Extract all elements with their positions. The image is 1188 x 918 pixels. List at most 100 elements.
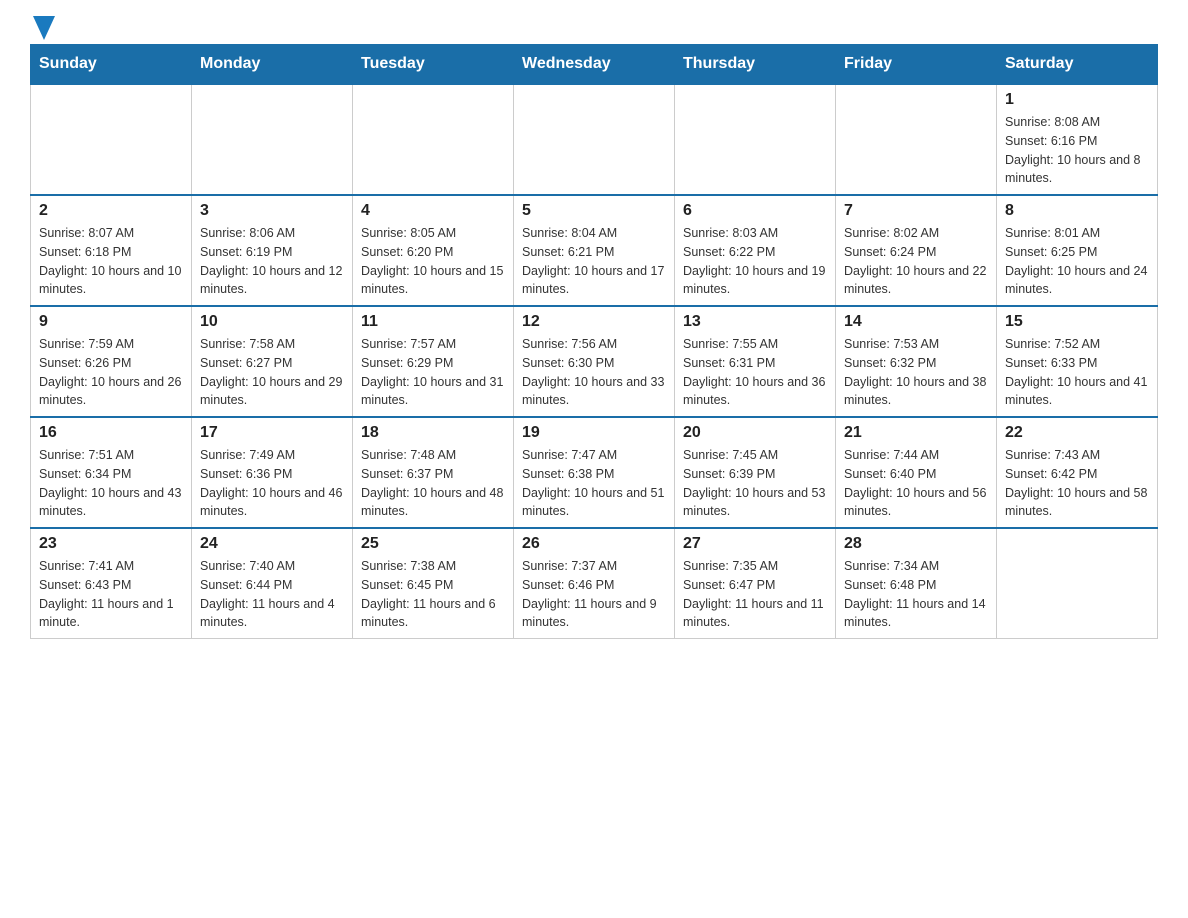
day-info: Sunrise: 7:40 AMSunset: 6:44 PMDaylight:…	[200, 557, 344, 632]
day-info: Sunrise: 7:49 AMSunset: 6:36 PMDaylight:…	[200, 446, 344, 521]
calendar-cell: 2 Sunrise: 8:07 AMSunset: 6:18 PMDaylight…	[31, 195, 192, 306]
day-info: Sunrise: 8:05 AMSunset: 6:20 PMDaylight:…	[361, 224, 505, 299]
day-number: 2	[39, 202, 183, 220]
day-number: 13	[683, 313, 827, 331]
calendar-day-header: Tuesday	[353, 45, 514, 85]
day-info: Sunrise: 8:01 AMSunset: 6:25 PMDaylight:…	[1005, 224, 1149, 299]
calendar-cell: 13Sunrise: 7:55 AMSunset: 6:31 PMDayligh…	[675, 306, 836, 417]
day-info: Sunrise: 7:38 AMSunset: 6:45 PMDaylight:…	[361, 557, 505, 632]
day-info: Sunrise: 7:37 AMSunset: 6:46 PMDaylight:…	[522, 557, 666, 632]
day-number: 17	[200, 424, 344, 442]
day-info: Sunrise: 8:04 AMSunset: 6:21 PMDaylight:…	[522, 224, 666, 299]
calendar-cell: 19 Sunrise: 7:47 AMSunset: 6:38 PMDayligh…	[514, 417, 675, 528]
day-number: 25	[361, 535, 505, 553]
calendar-cell: 28 Sunrise: 7:34 AMSunset: 6:48 PMDayligh…	[836, 528, 997, 639]
calendar-cell: 12 Sunrise: 7:56 AMSunset: 6:30 PMDayligh…	[514, 306, 675, 417]
calendar-cell: 27 Sunrise: 7:35 AMSunset: 6:47 PMDayligh…	[675, 528, 836, 639]
calendar-cell: 7 Sunrise: 8:02 AMSunset: 6:24 PMDaylight…	[836, 195, 997, 306]
calendar-week-row: 1Sunrise: 8:08 AMSunset: 6:16 PMDaylight…	[31, 84, 1158, 195]
calendar-cell: 24 Sunrise: 7:40 AMSunset: 6:44 PMDayligh…	[192, 528, 353, 639]
calendar-cell: 18 Sunrise: 7:48 AMSunset: 6:37 PMDayligh…	[353, 417, 514, 528]
calendar-cell: 23 Sunrise: 7:41 AMSunset: 6:43 PMDayligh…	[31, 528, 192, 639]
logo-arrow-icon	[33, 16, 55, 40]
calendar-cell	[997, 528, 1158, 639]
day-number: 22	[1005, 424, 1149, 442]
day-info: Sunrise: 8:03 AMSunset: 6:22 PMDaylight:…	[683, 224, 827, 299]
day-number: 10	[200, 313, 344, 331]
calendar-week-row: 2 Sunrise: 8:07 AMSunset: 6:18 PMDaylight…	[31, 195, 1158, 306]
day-number: 3	[200, 202, 344, 220]
calendar-cell	[353, 84, 514, 195]
calendar-cell: 1Sunrise: 8:08 AMSunset: 6:16 PMDaylight…	[997, 84, 1158, 195]
day-info: Sunrise: 7:51 AMSunset: 6:34 PMDaylight:…	[39, 446, 183, 521]
day-number: 15	[1005, 313, 1149, 331]
day-info: Sunrise: 7:45 AMSunset: 6:39 PMDaylight:…	[683, 446, 827, 521]
day-info: Sunrise: 7:34 AMSunset: 6:48 PMDaylight:…	[844, 557, 988, 632]
day-info: Sunrise: 7:43 AMSunset: 6:42 PMDaylight:…	[1005, 446, 1149, 521]
day-info: Sunrise: 8:08 AMSunset: 6:16 PMDaylight:…	[1005, 113, 1149, 188]
day-number: 28	[844, 535, 988, 553]
calendar-day-header: Saturday	[997, 45, 1158, 85]
day-number: 19	[522, 424, 666, 442]
calendar-cell: 22 Sunrise: 7:43 AMSunset: 6:42 PMDayligh…	[997, 417, 1158, 528]
day-number: 12	[522, 313, 666, 331]
day-number: 24	[200, 535, 344, 553]
logo	[30, 20, 55, 34]
day-number: 5	[522, 202, 666, 220]
day-info: Sunrise: 7:35 AMSunset: 6:47 PMDaylight:…	[683, 557, 827, 632]
calendar-cell	[514, 84, 675, 195]
day-info: Sunrise: 7:57 AMSunset: 6:29 PMDaylight:…	[361, 335, 505, 410]
calendar-cell: 16 Sunrise: 7:51 AMSunset: 6:34 PMDayligh…	[31, 417, 192, 528]
day-info: Sunrise: 7:56 AMSunset: 6:30 PMDaylight:…	[522, 335, 666, 410]
calendar-day-header: Thursday	[675, 45, 836, 85]
day-number: 16	[39, 424, 183, 442]
calendar-cell: 10 Sunrise: 7:58 AMSunset: 6:27 PMDayligh…	[192, 306, 353, 417]
calendar-cell: 4Sunrise: 8:05 AMSunset: 6:20 PMDaylight…	[353, 195, 514, 306]
calendar-cell: 17 Sunrise: 7:49 AMSunset: 6:36 PMDayligh…	[192, 417, 353, 528]
calendar-cell: 21 Sunrise: 7:44 AMSunset: 6:40 PMDayligh…	[836, 417, 997, 528]
day-number: 11	[361, 313, 505, 331]
calendar-week-row: 23 Sunrise: 7:41 AMSunset: 6:43 PMDayligh…	[31, 528, 1158, 639]
day-number: 26	[522, 535, 666, 553]
day-info: Sunrise: 8:06 AMSunset: 6:19 PMDaylight:…	[200, 224, 344, 299]
day-number: 27	[683, 535, 827, 553]
day-number: 21	[844, 424, 988, 442]
calendar-cell	[31, 84, 192, 195]
calendar-header-row: SundayMondayTuesdayWednesdayThursdayFrid…	[31, 45, 1158, 85]
calendar-cell: 14Sunrise: 7:53 AMSunset: 6:32 PMDayligh…	[836, 306, 997, 417]
day-number: 7	[844, 202, 988, 220]
day-info: Sunrise: 7:44 AMSunset: 6:40 PMDaylight:…	[844, 446, 988, 521]
calendar-table: SundayMondayTuesdayWednesdayThursdayFrid…	[30, 44, 1158, 639]
day-number: 20	[683, 424, 827, 442]
calendar-cell	[192, 84, 353, 195]
calendar-day-header: Wednesday	[514, 45, 675, 85]
day-info: Sunrise: 7:52 AMSunset: 6:33 PMDaylight:…	[1005, 335, 1149, 410]
day-info: Sunrise: 7:47 AMSunset: 6:38 PMDaylight:…	[522, 446, 666, 521]
calendar-cell: 11 Sunrise: 7:57 AMSunset: 6:29 PMDayligh…	[353, 306, 514, 417]
calendar-day-header: Friday	[836, 45, 997, 85]
calendar-cell: 9 Sunrise: 7:59 AMSunset: 6:26 PMDaylight…	[31, 306, 192, 417]
day-info: Sunrise: 7:48 AMSunset: 6:37 PMDaylight:…	[361, 446, 505, 521]
day-info: Sunrise: 7:53 AMSunset: 6:32 PMDaylight:…	[844, 335, 988, 410]
day-info: Sunrise: 8:07 AMSunset: 6:18 PMDaylight:…	[39, 224, 183, 299]
calendar-cell: 15 Sunrise: 7:52 AMSunset: 6:33 PMDayligh…	[997, 306, 1158, 417]
day-number: 8	[1005, 202, 1149, 220]
calendar-cell: 26 Sunrise: 7:37 AMSunset: 6:46 PMDayligh…	[514, 528, 675, 639]
calendar-cell: 8 Sunrise: 8:01 AMSunset: 6:25 PMDaylight…	[997, 195, 1158, 306]
day-number: 23	[39, 535, 183, 553]
day-info: Sunrise: 7:41 AMSunset: 6:43 PMDaylight:…	[39, 557, 183, 632]
calendar-week-row: 16 Sunrise: 7:51 AMSunset: 6:34 PMDayligh…	[31, 417, 1158, 528]
calendar-week-row: 9 Sunrise: 7:59 AMSunset: 6:26 PMDaylight…	[31, 306, 1158, 417]
calendar-cell: 6Sunrise: 8:03 AMSunset: 6:22 PMDaylight…	[675, 195, 836, 306]
day-info: Sunrise: 7:59 AMSunset: 6:26 PMDaylight:…	[39, 335, 183, 410]
day-info: Sunrise: 7:58 AMSunset: 6:27 PMDaylight:…	[200, 335, 344, 410]
calendar-day-header: Sunday	[31, 45, 192, 85]
day-number: 9	[39, 313, 183, 331]
calendar-cell	[836, 84, 997, 195]
calendar-cell: 5 Sunrise: 8:04 AMSunset: 6:21 PMDaylight…	[514, 195, 675, 306]
page-header	[30, 20, 1158, 34]
day-info: Sunrise: 8:02 AMSunset: 6:24 PMDaylight:…	[844, 224, 988, 299]
calendar-cell: 3 Sunrise: 8:06 AMSunset: 6:19 PMDaylight…	[192, 195, 353, 306]
calendar-cell	[675, 84, 836, 195]
day-number: 18	[361, 424, 505, 442]
